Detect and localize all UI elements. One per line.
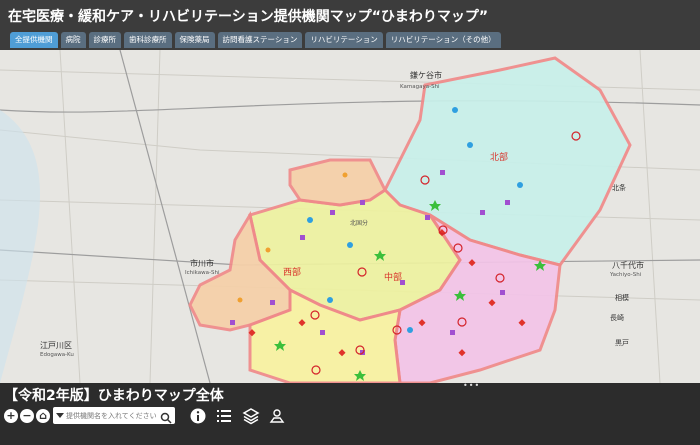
map-marker[interactable] xyxy=(347,242,353,248)
district-label-north: 北部 xyxy=(490,151,508,163)
place-label-yachiyo-romaji: Yachiyo-Shi xyxy=(609,272,642,278)
map-marker[interactable] xyxy=(467,142,473,148)
zoom-out-button[interactable]: − xyxy=(20,409,34,423)
place-label-hojo: 北条 xyxy=(612,183,626,192)
tab-pharmacy[interactable]: 保険薬局 xyxy=(174,32,215,48)
map-marker[interactable] xyxy=(230,320,235,325)
district-label-west: 西部 xyxy=(283,266,301,278)
place-label-yachiyo: 八千代市 xyxy=(612,260,644,270)
panel-resize-handle[interactable]: ••• xyxy=(463,381,480,390)
tab-rehabilitation-other[interactable]: リハビリテーション（その他） xyxy=(385,32,501,48)
map-marker[interactable] xyxy=(330,210,335,215)
info-icon[interactable] xyxy=(189,407,207,425)
district-label-central: 中部 xyxy=(384,271,402,283)
map-marker[interactable] xyxy=(400,280,405,285)
app-title: 在宅医療・緩和ケア・リハビリテーション提供機関マップ“ひまわりマップ” xyxy=(8,9,489,25)
map-marker[interactable] xyxy=(480,210,485,215)
place-label-kuro: 黒戸 xyxy=(615,339,629,347)
map-marker[interactable] xyxy=(342,172,348,178)
tab-bar: 全提供機関 病院 診療所 歯科診療所 保険薬局 訪問看護ステーション リハビリテ… xyxy=(10,32,501,48)
tab-dental-clinic[interactable]: 歯科診療所 xyxy=(124,32,172,48)
tab-clinic[interactable]: 診療所 xyxy=(88,32,121,48)
map-marker[interactable] xyxy=(440,170,445,175)
place-label-ichikawa: 市川市 xyxy=(190,258,214,268)
tab-visiting-nurse[interactable]: 訪問看護ステーション xyxy=(217,32,303,48)
district-west-upper[interactable] xyxy=(288,158,387,207)
bottom-panel: ••• 【令和2年版】ひまわりマップ全体 + − ⌂ xyxy=(0,381,700,445)
place-label-edogawa-romaji: Edogawa-Ku xyxy=(40,352,74,358)
map-marker[interactable] xyxy=(320,330,325,335)
legend-list-icon[interactable] xyxy=(215,407,233,425)
place-label-edogawa: 江戸川区 xyxy=(40,341,72,350)
place-label-nagasaki: 長崎 xyxy=(610,313,624,322)
map-marker[interactable] xyxy=(237,297,243,303)
map-marker[interactable] xyxy=(505,200,510,205)
map-marker[interactable] xyxy=(270,300,275,305)
tab-rehabilitation[interactable]: リハビリテーション xyxy=(305,32,383,48)
place-label-ichikawa-romaji: Ichikawa-Shi xyxy=(185,270,220,276)
river-area xyxy=(0,110,40,383)
search-input[interactable] xyxy=(66,407,158,424)
place-label-kokubun: 北国分 xyxy=(350,219,368,227)
map-marker[interactable] xyxy=(452,107,458,113)
zoom-in-button[interactable]: + xyxy=(4,409,18,423)
map-marker[interactable] xyxy=(425,215,430,220)
home-button[interactable]: ⌂ xyxy=(36,409,50,423)
panel-title: 【令和2年版】ひまわりマップ全体 xyxy=(4,388,224,404)
place-label-kamagaya: 鎌ケ谷市 xyxy=(410,70,442,80)
place-label-kamagaya-romaji: Kamagaya-Shi xyxy=(400,84,440,90)
basemap-gallery-icon[interactable] xyxy=(268,407,286,425)
search-bar xyxy=(53,407,175,424)
map-canvas[interactable]: 北部 西部 中部 鎌ケ谷市 Kamagaya-Shi 市川市 Ichikawa-… xyxy=(0,50,700,383)
map-marker[interactable] xyxy=(300,235,305,240)
map-marker[interactable] xyxy=(407,327,413,333)
map-marker[interactable] xyxy=(307,217,313,223)
map-view[interactable]: 北部 西部 中部 鎌ケ谷市 Kamagaya-Shi 市川市 Ichikawa-… xyxy=(0,50,700,383)
map-marker[interactable] xyxy=(327,297,333,303)
map-marker[interactable] xyxy=(517,182,523,188)
app-header: 在宅医療・緩和ケア・リハビリテーション提供機関マップ“ひまわりマップ” 全提供機… xyxy=(0,0,700,50)
search-source-dropdown-icon[interactable] xyxy=(56,413,64,418)
map-marker[interactable] xyxy=(360,200,365,205)
tab-hospital[interactable]: 病院 xyxy=(60,32,86,48)
map-marker[interactable] xyxy=(500,290,505,295)
map-marker[interactable] xyxy=(450,330,455,335)
map-marker[interactable] xyxy=(265,247,271,253)
search-icon[interactable] xyxy=(160,409,172,424)
layers-icon[interactable] xyxy=(242,407,260,425)
place-label-sagami: 相模 xyxy=(615,293,629,302)
tab-all-providers[interactable]: 全提供機関 xyxy=(10,32,58,48)
